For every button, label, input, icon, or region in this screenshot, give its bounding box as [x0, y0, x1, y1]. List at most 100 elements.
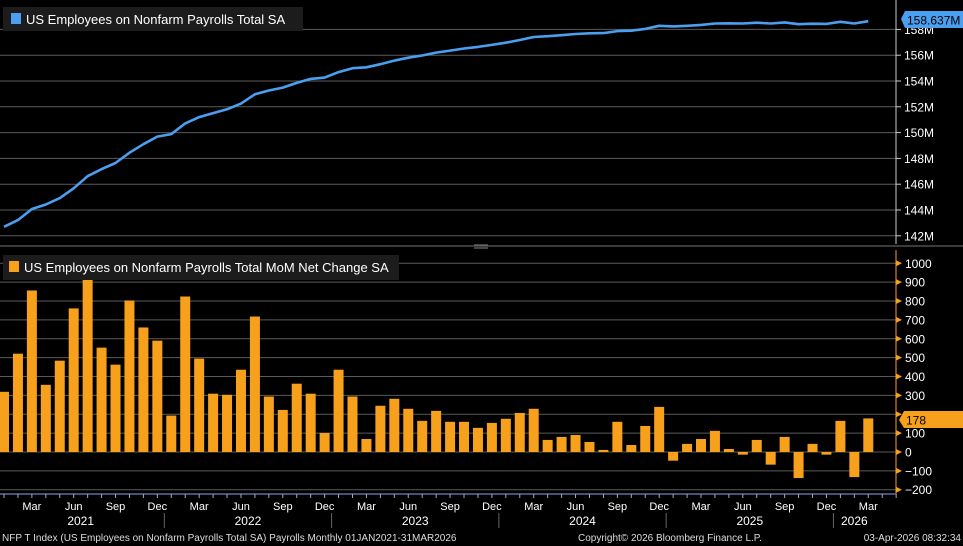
x-year-label: 2022: [235, 514, 262, 528]
net-change-bar: [389, 398, 400, 452]
net-change-bar: [180, 296, 191, 452]
net-change-bar: [138, 327, 149, 452]
bottom-legend[interactable]: US Employees on Nonfarm Payrolls Total M…: [3, 255, 399, 280]
net-change-bar: [431, 410, 442, 452]
net-change-bar: [696, 438, 706, 452]
net-change-bar: [598, 449, 609, 452]
net-change-bar: [305, 393, 316, 452]
net-change-bar: [737, 452, 748, 455]
bottom-last-value: 178: [906, 414, 926, 428]
x-month-label: Sep: [775, 501, 795, 513]
bottom-last-value-badge: 178: [899, 411, 963, 428]
footer: NFP T Index (US Employees on Nonfarm Pay…: [2, 533, 961, 544]
x-month-label: Mar: [692, 501, 711, 513]
net-change-bar: [347, 396, 358, 452]
net-change-bar: [612, 421, 623, 452]
net-change-bar: [361, 438, 372, 452]
bottom-tick-label: 500: [905, 351, 925, 365]
net-change-bar: [821, 452, 832, 455]
net-change-bar: [779, 436, 790, 452]
net-change-bar: [723, 448, 734, 452]
net-change-bar: [751, 439, 762, 452]
net-change-bar: [96, 347, 107, 452]
bottom-y-axis: −200 −100 0 100 300 400 500 600 700 800 900 1000: [895, 250, 932, 497]
net-change-bar: [793, 452, 804, 479]
top-tick-label: 150M: [904, 126, 934, 140]
bottom-tick: [896, 486, 902, 493]
net-change-bar: [445, 421, 456, 452]
bottom-tick-label: 700: [905, 313, 925, 327]
panel-divider[interactable]: [0, 244, 963, 249]
x-month-label: Dec: [148, 501, 168, 513]
x-month-label: Dec: [817, 501, 837, 513]
payrolls-level-line: [3, 19, 869, 228]
footer-timestamp: 03-Apr-2026 08:32:34: [864, 533, 962, 544]
footer-description: NFP T Index (US Employees on Nonfarm Pay…: [2, 533, 457, 544]
net-change-bar: [235, 369, 246, 452]
x-month-label: Sep: [106, 501, 126, 513]
legend-swatch-orange: [9, 261, 19, 272]
bottom-tick: [896, 449, 902, 455]
net-change-bar: [68, 308, 79, 452]
net-change-bar: [277, 409, 288, 452]
footer-copyright: Copyright© 2026 Bloomberg Finance L.P.: [578, 533, 762, 544]
net-change-bar: [124, 300, 135, 452]
top-last-value: 158.637M: [907, 14, 960, 28]
bottom-tick: [896, 392, 902, 399]
x-month-label: Sep: [608, 501, 628, 513]
net-change-bar: [584, 441, 595, 452]
net-change-bar: [54, 360, 65, 452]
net-change-bar: [208, 393, 219, 452]
bottom-tick: [896, 316, 902, 323]
net-change-bar: [12, 353, 23, 452]
x-month-label: Dec: [315, 501, 335, 513]
net-change-bar: [500, 418, 511, 452]
x-year-label: 2021: [67, 514, 94, 528]
bottom-legend-label: US Employees on Nonfarm Payrolls Total M…: [24, 260, 389, 275]
net-change-bar: [26, 290, 37, 452]
net-change-bar: [640, 425, 651, 452]
top-last-value-badge: 158.637M: [901, 11, 963, 28]
x-month-label: Mar: [22, 501, 41, 513]
bottom-tick-label: 600: [905, 332, 925, 346]
x-month-label: Mar: [524, 501, 543, 513]
net-change-bar: [654, 406, 665, 452]
net-change-bar: [849, 452, 860, 478]
x-month-label: Jun: [399, 501, 417, 513]
bottom-tick-label: −200: [905, 483, 932, 497]
net-change-bar: [152, 340, 163, 452]
net-change-bar: [542, 439, 553, 452]
x-year-label: 2023: [402, 514, 429, 528]
bottom-tick-label: 300: [905, 389, 925, 403]
net-change-bar: [682, 443, 693, 452]
net-change-bar: [765, 452, 776, 465]
net-change-bar: [528, 408, 539, 452]
net-change-bar: [40, 384, 51, 452]
x-month-label: Jun: [65, 501, 83, 513]
net-change-bar: [668, 452, 679, 461]
net-change-bar: [472, 427, 483, 452]
top-tick-label: 146M: [904, 178, 934, 192]
bottom-tick: [896, 430, 902, 437]
bottom-tick-label: 1000: [905, 257, 932, 271]
bottom-tick: [896, 279, 902, 286]
x-year-label: 2024: [569, 514, 596, 528]
net-change-bar: [166, 415, 177, 452]
bottom-tick: [896, 354, 902, 361]
net-change-bar: [263, 396, 274, 452]
bloomberg-chart: 142M144M146M148M150M152M154M156M158M 158…: [0, 0, 963, 544]
bottom-tick: [896, 467, 902, 474]
top-panel-grid: [0, 28, 896, 237]
x-month-label: Jun: [734, 501, 752, 513]
net-change-bar: [249, 316, 260, 452]
x-axis: Mar Jun Sep Dec Mar Jun Sep Dec Mar Jun Sep Dec Mar J…: [0, 493, 897, 528]
x-month-label: Mar: [859, 501, 878, 513]
x-year-label: 2025: [736, 514, 763, 528]
top-y-axis: 142M144M146M148M150M152M154M156M158M: [895, 0, 934, 244]
x-month-label: Sep: [440, 501, 460, 513]
bottom-tick-label: 100: [905, 427, 925, 441]
net-change-bar: [222, 394, 233, 452]
x-month-label: Jun: [232, 501, 250, 513]
top-legend[interactable]: US Employees on Nonfarm Payrolls Total S…: [3, 7, 303, 31]
bottom-tick-label: 900: [905, 276, 925, 290]
